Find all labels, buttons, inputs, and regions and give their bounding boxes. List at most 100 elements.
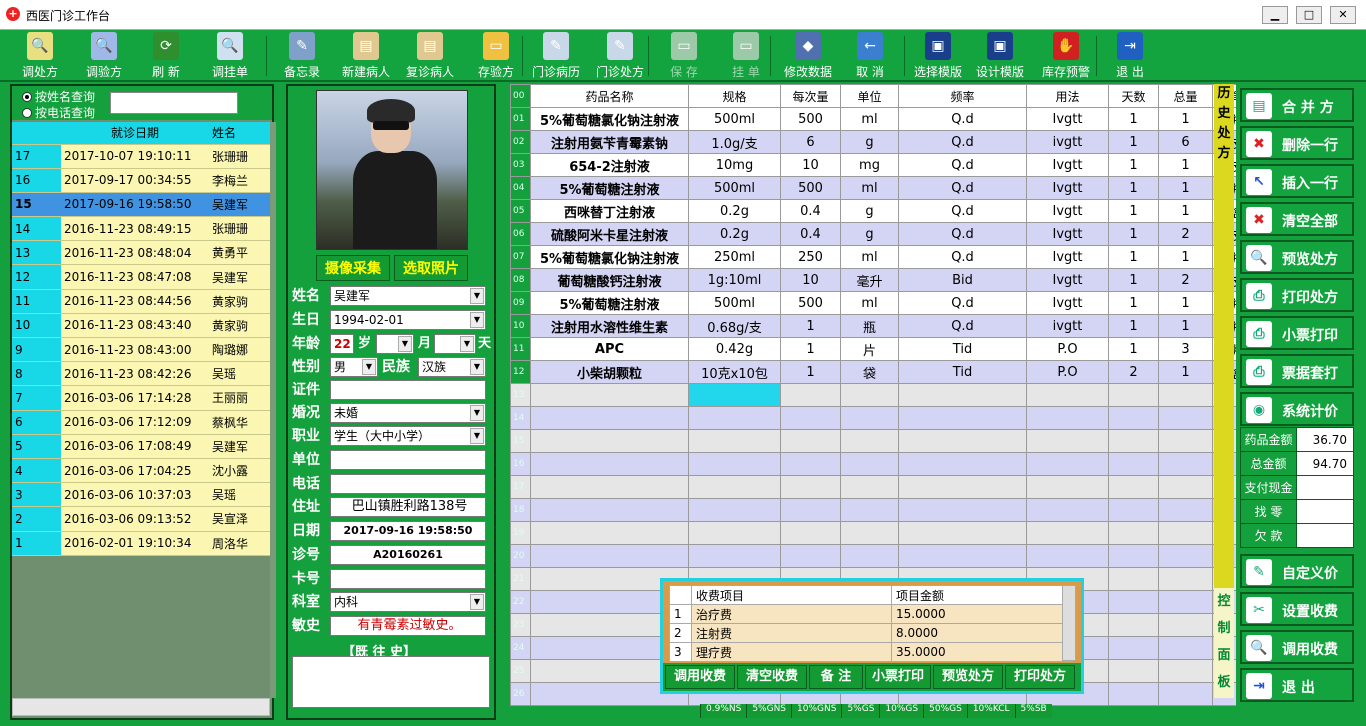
grid-cell[interactable]	[1158, 590, 1213, 614]
prescription-row[interactable]: 12小柴胡颗粒10克x10包1袋TidP.O21盒	[510, 360, 1265, 384]
age-day-select[interactable]: ▼	[434, 334, 476, 354]
grid-cell[interactable]	[840, 521, 899, 545]
grid-cell[interactable]: 2	[1158, 222, 1213, 246]
visit-row[interactable]: 4 2016-03-06 17:04:25 沈小露	[12, 458, 270, 484]
visit-row[interactable]: 9 2016-11-23 08:43:00 陶璐娜	[12, 337, 270, 363]
grid-cell[interactable]	[1158, 682, 1213, 706]
grid-cell[interactable]	[840, 475, 899, 499]
grid-cell[interactable]: 1	[1158, 107, 1213, 131]
grid-cell[interactable]: 6	[1158, 130, 1213, 154]
grid-cell[interactable]: Ivgtt	[1026, 153, 1109, 177]
visit-no-field[interactable]: A20160261	[330, 545, 486, 565]
grid-cell[interactable]	[1026, 498, 1109, 522]
prescription-row[interactable]: 14	[510, 406, 1265, 430]
chevron-down-icon[interactable]: ▼	[362, 359, 376, 375]
grid-cell[interactable]: 2	[1108, 360, 1159, 384]
grid-cell[interactable]	[780, 383, 841, 407]
grid-cell[interactable]	[898, 452, 1027, 476]
grid-cell[interactable]	[1026, 383, 1109, 407]
toolbar-button-12[interactable]: ◆ 修改数据	[778, 30, 838, 80]
prescription-row[interactable]: 16	[510, 452, 1265, 476]
solution-shortcut[interactable]: 5%GS	[841, 704, 880, 718]
grid-cell[interactable]	[898, 383, 1027, 407]
visit-row[interactable]: 6 2016-03-06 17:12:09 蔡枫华	[12, 410, 270, 435]
prescription-row[interactable]: 11APC0.42g1片TidP.O13片	[510, 337, 1265, 361]
grid-cell[interactable]	[840, 429, 899, 453]
camera-capture-button[interactable]: 摄像采集	[316, 255, 390, 281]
fee-action-button[interactable]: 小票打印	[865, 665, 931, 689]
grid-cell[interactable]: 硫酸阿米卡星注射液	[530, 222, 689, 246]
grid-cell[interactable]	[840, 498, 899, 522]
grid-cell[interactable]: Q.d	[898, 314, 1027, 338]
grid-cell[interactable]: ivgtt	[1026, 130, 1109, 154]
grid-cell[interactable]: g	[840, 199, 899, 223]
grid-cell[interactable]: Tid	[898, 337, 1027, 361]
grid-cell[interactable]	[898, 406, 1027, 430]
toolbar-button-2[interactable]: ⟳ 刷 新	[136, 30, 196, 80]
grid-cell[interactable]: 500ml	[688, 291, 781, 315]
grid-cell[interactable]: Tid	[898, 360, 1027, 384]
visit-row[interactable]: 16 2017-09-17 00:34:55 李梅兰	[12, 168, 270, 193]
choose-photo-button[interactable]: 选取照片	[394, 255, 468, 281]
prescription-row[interactable]: 08葡萄糖酸钙注射液1g:10ml10毫升BidIvgtt12支	[510, 268, 1265, 292]
grid-cell[interactable]: 1	[1108, 153, 1159, 177]
grid-cell[interactable]	[1108, 682, 1159, 706]
ethnic-select[interactable]: 汉族 ▼	[418, 357, 486, 377]
chevron-down-icon[interactable]: ▼	[470, 359, 484, 375]
job-select[interactable]: 学生（大中小学） ▼	[330, 426, 486, 446]
action-button-b0[interactable]: ✎ 自定义价	[1240, 554, 1354, 588]
minimize-button[interactable]: ▁	[1262, 6, 1288, 24]
amount-value[interactable]: 36.70	[1296, 427, 1354, 452]
grid-cell[interactable]: 1	[1108, 176, 1159, 200]
amount-value[interactable]	[1296, 475, 1354, 500]
close-button[interactable]: ✕	[1330, 6, 1356, 24]
grid-cell[interactable]	[530, 452, 689, 476]
name-field[interactable]: 吴建军 ▼	[330, 286, 486, 306]
grid-cell[interactable]	[530, 544, 689, 568]
grid-cell[interactable]: 654-2注射液	[530, 153, 689, 177]
grid-cell[interactable]: 1	[1108, 130, 1159, 154]
visit-row[interactable]: 7 2016-03-06 17:14:28 王丽丽	[12, 385, 270, 411]
grid-cell[interactable]	[1108, 429, 1159, 453]
grid-cell[interactable]: 500	[780, 291, 841, 315]
marital-select[interactable]: 未婚 ▼	[330, 403, 486, 423]
amount-value[interactable]	[1296, 523, 1354, 548]
id-field[interactable]	[330, 380, 486, 400]
history-textarea[interactable]	[292, 656, 490, 708]
toolbar-button-6[interactable]: ▤ 复诊病人	[400, 30, 460, 80]
birth-field[interactable]: 1994-02-01 ▼	[330, 310, 486, 330]
grid-cell[interactable]: 10	[780, 268, 841, 292]
grid-cell[interactable]: Ivgtt	[1026, 245, 1109, 269]
visit-row[interactable]: 5 2016-03-06 17:08:49 吴建军	[12, 434, 270, 459]
grid-cell[interactable]	[898, 544, 1027, 568]
grid-cell[interactable]: ivgtt	[1026, 314, 1109, 338]
grid-cell[interactable]	[1108, 636, 1159, 660]
grid-cell[interactable]	[780, 544, 841, 568]
visit-row[interactable]: 1 2016-02-01 19:10:34 周洛华	[12, 531, 270, 556]
prescription-row[interactable]: 13	[510, 383, 1265, 407]
grid-cell[interactable]	[780, 521, 841, 545]
grid-cell[interactable]	[780, 475, 841, 499]
grid-cell[interactable]: 1	[780, 314, 841, 338]
grid-cell[interactable]: Ivgtt	[1026, 222, 1109, 246]
prescription-row[interactable]: 20	[510, 544, 1265, 568]
toolbar-button-3[interactable]: 🔍 调挂单	[200, 30, 260, 80]
grid-cell[interactable]: 1	[1158, 153, 1213, 177]
grid-cell[interactable]: 0.68g/支	[688, 314, 781, 338]
grid-cell[interactable]	[530, 429, 689, 453]
grid-cell[interactable]	[1158, 544, 1213, 568]
grid-cell[interactable]: 瓶	[840, 314, 899, 338]
grid-cell[interactable]	[1108, 567, 1159, 591]
toolbar-button-14[interactable]: ▣ 选择模版	[908, 30, 968, 80]
action-button-1[interactable]: ✖ 删除一行	[1240, 126, 1354, 160]
grid-cell[interactable]: 1	[1158, 360, 1213, 384]
grid-cell[interactable]	[1158, 636, 1213, 660]
grid-cell[interactable]	[1158, 383, 1213, 407]
chevron-down-icon[interactable]: ▼	[470, 428, 484, 444]
toolbar-button-9[interactable]: ✎ 门诊处方	[590, 30, 650, 80]
toolbar-button-10[interactable]: ▭ 保 存	[654, 30, 714, 80]
grid-cell[interactable]	[1158, 521, 1213, 545]
fee-action-button[interactable]: 清空收费	[737, 665, 807, 689]
grid-cell[interactable]: 1	[1158, 314, 1213, 338]
grid-cell[interactable]: 1	[1108, 245, 1159, 269]
